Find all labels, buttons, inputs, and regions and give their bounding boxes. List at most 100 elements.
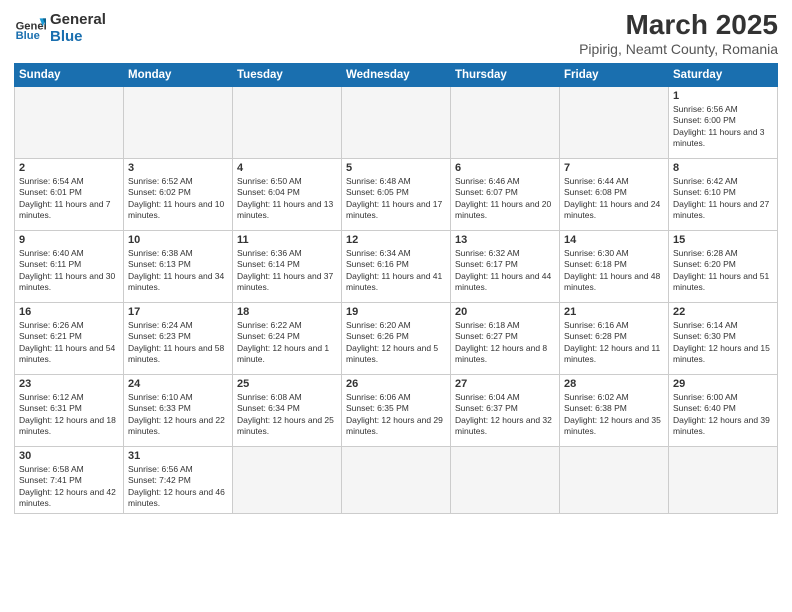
day-number: 18	[237, 306, 337, 318]
week-row-3: 9 Sunrise: 6:40 AM Sunset: 6:11 PM Daylig…	[15, 230, 778, 302]
day-info: Sunrise: 6:00 AM Sunset: 6:40 PM Dayligh…	[673, 392, 773, 438]
title-block: March 2025 Pipirig, Neamt County, Romani…	[579, 10, 778, 57]
day-info: Sunrise: 6:30 AM Sunset: 6:18 PM Dayligh…	[564, 248, 664, 294]
day-cell: 28Sunrise: 6:02 AM Sunset: 6:38 PM Dayli…	[560, 374, 669, 446]
day-info: Sunrise: 6:46 AM Sunset: 6:07 PM Dayligh…	[455, 176, 555, 222]
day-cell: 23 Sunrise: 6:12 AM Sunset: 6:31 PM Dayli…	[15, 374, 124, 446]
day-number: 26	[346, 378, 446, 390]
day-number: 9	[19, 234, 119, 246]
day-cell: 27Sunrise: 6:04 AM Sunset: 6:37 PM Dayli…	[451, 374, 560, 446]
day-cell	[451, 86, 560, 158]
day-cell: 22 Sunrise: 6:14 AM Sunset: 6:30 PM Dayli…	[669, 302, 778, 374]
day-number: 15	[673, 234, 773, 246]
day-info: Sunrise: 6:44 AM Sunset: 6:08 PM Dayligh…	[564, 176, 664, 222]
day-number: 30	[19, 450, 119, 462]
logo-general: General	[50, 12, 106, 29]
day-number: 28	[564, 378, 664, 390]
week-row-6: 30 Sunrise: 6:58 AM Sunset: 7:41 PM Dayli…	[15, 446, 778, 513]
day-cell	[15, 86, 124, 158]
day-number: 14	[564, 234, 664, 246]
day-info: Sunrise: 6:38 AM Sunset: 6:13 PM Dayligh…	[128, 248, 228, 294]
day-cell: 17 Sunrise: 6:24 AM Sunset: 6:23 PM Dayli…	[124, 302, 233, 374]
weekday-friday: Friday	[560, 63, 669, 86]
day-cell: 18Sunrise: 6:22 AM Sunset: 6:24 PM Dayli…	[233, 302, 342, 374]
day-number: 23	[19, 378, 119, 390]
day-cell: 25 Sunrise: 6:08 AM Sunset: 6:34 PM Dayli…	[233, 374, 342, 446]
day-cell: 1 Sunrise: 6:56 AM Sunset: 6:00 PM Daylig…	[669, 86, 778, 158]
day-number: 16	[19, 306, 119, 318]
page: General Blue General Blue March 2025 Pip…	[0, 0, 792, 612]
day-info: Sunrise: 6:32 AM Sunset: 6:17 PM Dayligh…	[455, 248, 555, 294]
day-number: 21	[564, 306, 664, 318]
day-info: Sunrise: 6:40 AM Sunset: 6:11 PM Dayligh…	[19, 248, 119, 294]
day-number: 25	[237, 378, 337, 390]
day-cell: 29Sunrise: 6:00 AM Sunset: 6:40 PM Dayli…	[669, 374, 778, 446]
day-cell	[560, 446, 669, 513]
week-row-4: 16 Sunrise: 6:26 AM Sunset: 6:21 PM Dayli…	[15, 302, 778, 374]
week-row-2: 2 Sunrise: 6:54 AM Sunset: 6:01 PM Daylig…	[15, 158, 778, 230]
day-number: 1	[673, 90, 773, 102]
day-cell	[342, 446, 451, 513]
day-number: 22	[673, 306, 773, 318]
day-cell: 26 Sunrise: 6:06 AM Sunset: 6:35 PM Dayli…	[342, 374, 451, 446]
day-number: 20	[455, 306, 555, 318]
day-number: 19	[346, 306, 446, 318]
day-info: Sunrise: 6:56 AM Sunset: 6:00 PM Dayligh…	[673, 104, 773, 150]
day-cell	[124, 86, 233, 158]
week-row-5: 23 Sunrise: 6:12 AM Sunset: 6:31 PM Dayli…	[15, 374, 778, 446]
day-info: Sunrise: 6:12 AM Sunset: 6:31 PM Dayligh…	[19, 392, 119, 438]
day-number: 2	[19, 162, 119, 174]
day-number: 7	[564, 162, 664, 174]
day-cell: 14 Sunrise: 6:30 AM Sunset: 6:18 PM Dayli…	[560, 230, 669, 302]
calendar: SundayMondayTuesdayWednesdayThursdayFrid…	[14, 63, 778, 514]
day-cell: 31Sunrise: 6:56 AM Sunset: 7:42 PM Dayli…	[124, 446, 233, 513]
week-row-1: 1 Sunrise: 6:56 AM Sunset: 6:00 PM Daylig…	[15, 86, 778, 158]
day-cell: 8 Sunrise: 6:42 AM Sunset: 6:10 PM Daylig…	[669, 158, 778, 230]
subtitle: Pipirig, Neamt County, Romania	[579, 41, 778, 57]
day-info: Sunrise: 6:26 AM Sunset: 6:21 PM Dayligh…	[19, 320, 119, 366]
logo-blue: Blue	[50, 29, 106, 46]
weekday-tuesday: Tuesday	[233, 63, 342, 86]
day-cell	[560, 86, 669, 158]
day-info: Sunrise: 6:18 AM Sunset: 6:27 PM Dayligh…	[455, 320, 555, 366]
weekday-thursday: Thursday	[451, 63, 560, 86]
day-number: 10	[128, 234, 228, 246]
svg-text:Blue: Blue	[16, 30, 40, 42]
day-info: Sunrise: 6:48 AM Sunset: 6:05 PM Dayligh…	[346, 176, 446, 222]
day-cell: 2 Sunrise: 6:54 AM Sunset: 6:01 PM Daylig…	[15, 158, 124, 230]
day-info: Sunrise: 6:06 AM Sunset: 6:35 PM Dayligh…	[346, 392, 446, 438]
day-info: Sunrise: 6:14 AM Sunset: 6:30 PM Dayligh…	[673, 320, 773, 366]
day-cell: 9 Sunrise: 6:40 AM Sunset: 6:11 PM Daylig…	[15, 230, 124, 302]
day-cell	[233, 446, 342, 513]
day-info: Sunrise: 6:08 AM Sunset: 6:34 PM Dayligh…	[237, 392, 337, 438]
day-cell: 10 Sunrise: 6:38 AM Sunset: 6:13 PM Dayli…	[124, 230, 233, 302]
weekday-monday: Monday	[124, 63, 233, 86]
day-info: Sunrise: 6:24 AM Sunset: 6:23 PM Dayligh…	[128, 320, 228, 366]
day-cell: 21Sunrise: 6:16 AM Sunset: 6:28 PM Dayli…	[560, 302, 669, 374]
day-number: 8	[673, 162, 773, 174]
day-info: Sunrise: 6:54 AM Sunset: 6:01 PM Dayligh…	[19, 176, 119, 222]
day-cell: 30 Sunrise: 6:58 AM Sunset: 7:41 PM Dayli…	[15, 446, 124, 513]
day-number: 17	[128, 306, 228, 318]
day-number: 11	[237, 234, 337, 246]
day-cell: 12Sunrise: 6:34 AM Sunset: 6:16 PM Dayli…	[342, 230, 451, 302]
day-info: Sunrise: 6:56 AM Sunset: 7:42 PM Dayligh…	[128, 464, 228, 510]
day-info: Sunrise: 6:42 AM Sunset: 6:10 PM Dayligh…	[673, 176, 773, 222]
day-cell: 15 Sunrise: 6:28 AM Sunset: 6:20 PM Dayli…	[669, 230, 778, 302]
day-cell: 13 Sunrise: 6:32 AM Sunset: 6:17 PM Dayli…	[451, 230, 560, 302]
main-title: March 2025	[579, 10, 778, 41]
weekday-header-row: SundayMondayTuesdayWednesdayThursdayFrid…	[15, 63, 778, 86]
day-info: Sunrise: 6:28 AM Sunset: 6:20 PM Dayligh…	[673, 248, 773, 294]
day-cell	[669, 446, 778, 513]
day-cell: 4Sunrise: 6:50 AM Sunset: 6:04 PM Daylig…	[233, 158, 342, 230]
day-number: 6	[455, 162, 555, 174]
day-cell: 24 Sunrise: 6:10 AM Sunset: 6:33 PM Dayli…	[124, 374, 233, 446]
day-number: 24	[128, 378, 228, 390]
day-info: Sunrise: 6:04 AM Sunset: 6:37 PM Dayligh…	[455, 392, 555, 438]
header: General Blue General Blue March 2025 Pip…	[14, 10, 778, 57]
day-info: Sunrise: 6:36 AM Sunset: 6:14 PM Dayligh…	[237, 248, 337, 294]
day-info: Sunrise: 6:10 AM Sunset: 6:33 PM Dayligh…	[128, 392, 228, 438]
day-number: 13	[455, 234, 555, 246]
day-info: Sunrise: 6:58 AM Sunset: 7:41 PM Dayligh…	[19, 464, 119, 510]
day-number: 4	[237, 162, 337, 174]
